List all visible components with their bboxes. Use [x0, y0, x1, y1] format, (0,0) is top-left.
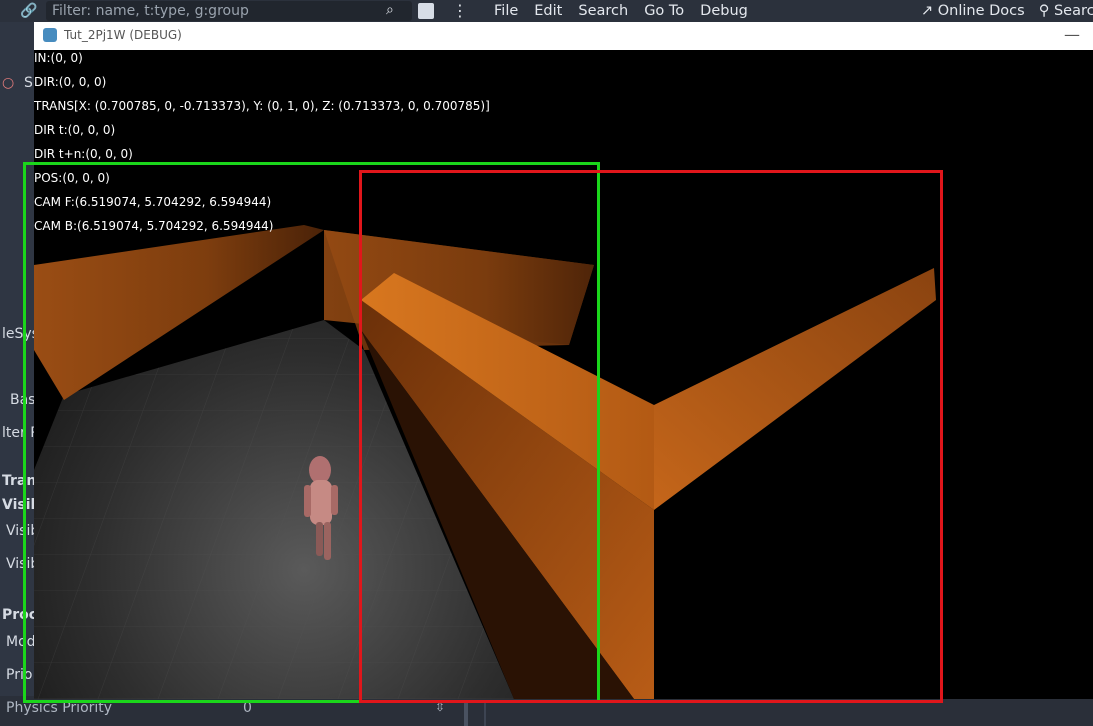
menu-search[interactable]: Search	[578, 0, 638, 22]
debug-line-dir-t: DIR t:(0, 0, 0)	[34, 123, 116, 137]
scrollbar[interactable]	[464, 700, 468, 726]
window-titlebar[interactable]: Tut_2Pj1W (DEBUG) —	[34, 22, 1093, 50]
more-options-icon[interactable]: ⋮	[452, 1, 468, 20]
online-docs-label: Online Docs	[937, 3, 1025, 19]
godot-icon	[43, 28, 57, 42]
search-icon[interactable]: ⌕	[386, 2, 394, 18]
menu-edit[interactable]: Edit	[534, 0, 572, 22]
scene-root-icon: ○	[2, 75, 15, 91]
search-help-button[interactable]: ⚲ Searc	[1039, 3, 1093, 19]
menu-go-to[interactable]: Go To	[644, 0, 694, 22]
minimize-button[interactable]: —	[1064, 25, 1080, 44]
debug-line-in: IN:(0, 0)	[34, 51, 83, 65]
script-toolbar-right: ↗ Online Docs ⚲ Searc	[921, 0, 1093, 22]
window-title: Tut_2Pj1W (DEBUG)	[64, 28, 182, 42]
attach-script-icon[interactable]	[418, 3, 434, 19]
search-help-label: Searc	[1053, 3, 1093, 19]
dock-fragment-0: S	[24, 75, 33, 91]
online-docs-button[interactable]: ↗ Online Docs	[921, 3, 1025, 19]
debug-line-dir-tn: DIR t+n:(0, 0, 0)	[34, 147, 133, 161]
scene-filter-bar: 🔗 Filter: name, t:type, g:group ⌕ ⋮	[0, 0, 475, 22]
main-menu: File Edit Search Go To Debug	[494, 0, 764, 22]
menu-debug[interactable]: Debug	[700, 0, 758, 22]
menu-file[interactable]: File	[494, 0, 528, 22]
link-icon[interactable]: 🔗	[20, 3, 37, 19]
red-annotation-box	[359, 170, 943, 703]
debug-line-dir: DIR:(0, 0, 0)	[34, 75, 107, 89]
scene-filter-input[interactable]: Filter: name, t:type, g:group	[46, 1, 412, 21]
debug-line-trans: TRANS[X: (0.700785, 0, -0.713373), Y: (0…	[34, 99, 490, 113]
divider	[484, 700, 486, 726]
